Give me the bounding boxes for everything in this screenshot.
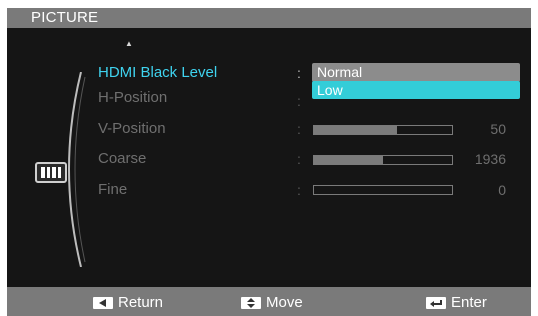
separator: :: [297, 65, 301, 81]
v-position-slider-fill: [314, 126, 397, 134]
enter-label: Enter: [451, 294, 487, 311]
footer-bar: Return Move Enter: [7, 287, 531, 316]
menu-item-fine[interactable]: Fine: [98, 181, 127, 199]
enter-key-icon: [426, 297, 446, 309]
coarse-value: 1936: [474, 151, 506, 167]
scroll-up-icon[interactable]: ▲: [125, 40, 133, 48]
enter-button[interactable]: Enter: [426, 294, 487, 312]
move-button[interactable]: Move: [241, 294, 303, 312]
return-key-icon: [93, 297, 113, 309]
coarse-slider-fill: [314, 156, 383, 164]
separator: :: [297, 151, 301, 167]
return-label: Return: [118, 294, 164, 311]
move-label: Move: [266, 294, 303, 311]
category-icon-bar: [41, 167, 45, 178]
menu-item-v-position[interactable]: V-Position: [98, 120, 166, 138]
category-icon-bar: [46, 167, 50, 178]
menu-title: PICTURE: [31, 9, 99, 26]
category-icon-bar: [57, 167, 61, 178]
title-bar: PICTURE: [7, 8, 531, 28]
coarse-slider[interactable]: [313, 155, 453, 165]
osd-menu: PICTURE ▲ HDMI Black Level : H-Position …: [7, 8, 531, 316]
v-position-value: 50: [490, 121, 506, 137]
separator: :: [297, 121, 301, 137]
fine-value: 0: [498, 182, 506, 198]
move-key-icon: [241, 297, 261, 309]
picture-category-icon: [35, 162, 67, 183]
return-button[interactable]: Return: [93, 294, 163, 312]
menu-arc-decoration: [68, 72, 86, 267]
separator: :: [297, 93, 301, 109]
hdmi-black-level-dropdown[interactable]: Normal Low: [312, 63, 520, 99]
menu-item-coarse[interactable]: Coarse: [98, 150, 146, 168]
separator: :: [297, 182, 301, 198]
fine-slider[interactable]: [313, 185, 453, 195]
option-low[interactable]: Low: [312, 81, 520, 99]
menu-item-h-position[interactable]: H-Position: [98, 89, 167, 107]
option-normal[interactable]: Normal: [312, 63, 520, 82]
v-position-slider[interactable]: [313, 125, 453, 135]
menu-item-hdmi-black-level[interactable]: HDMI Black Level: [98, 64, 217, 82]
category-icon-bar: [52, 167, 56, 178]
